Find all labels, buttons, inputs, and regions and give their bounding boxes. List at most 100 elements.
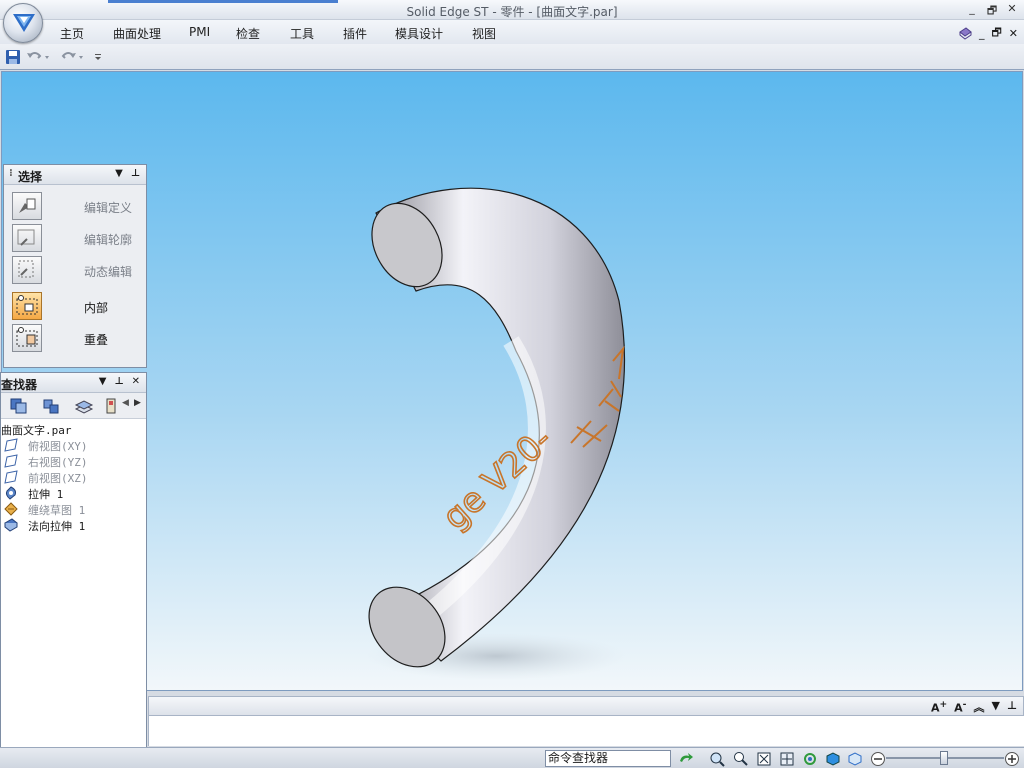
select-item-label: 编辑定义 xyxy=(84,201,133,215)
finder-panel-title: 查找器 xyxy=(1,378,38,392)
fit-view-icon[interactable] xyxy=(756,751,772,767)
finder-panel-header: 查找器 ▼ ⊥ ✕ xyxy=(1,373,146,393)
pin-icon[interactable]: ⊥ xyxy=(131,168,140,179)
tree-item-label: 缠绕草图 1 xyxy=(28,504,86,517)
scroll-left-icon[interactable]: ◀ xyxy=(122,398,129,408)
grip-icon[interactable]: ⁝ xyxy=(9,168,13,179)
tab-view[interactable]: 视图 xyxy=(472,25,496,42)
doc-close-button[interactable]: ✕ xyxy=(1009,27,1018,40)
path-finder-panel: 查找器 ▼ ⊥ ✕ ◀ ▶ 曲面文字.par 俯视图(XY) 右视图(YZ) 前… xyxy=(0,372,147,748)
tab-add-ins[interactable]: 插件 xyxy=(343,25,367,42)
wrap-sketch-icon xyxy=(4,502,18,516)
select-tools-panel: ⁝ 选择 ▼ ⊥ 编辑定义 编辑轮廓 动态编辑 内部 重叠 xyxy=(3,164,147,368)
tab-mold-design[interactable]: 模具设计 xyxy=(395,25,443,42)
graphics-viewport[interactable]: ge V20- xyxy=(1,71,1023,691)
window-controls: _ 🗗 ✕ xyxy=(966,2,1018,21)
panel-menu-icon[interactable]: ▼ xyxy=(115,168,123,179)
select-item-label: 内部 xyxy=(84,301,109,315)
select-panel-title: 选择 xyxy=(18,170,43,184)
dynamic-edit-icon xyxy=(12,256,42,284)
edit-profile-icon xyxy=(12,224,42,252)
select-item-dynamic-edit[interactable]: 动态编辑 xyxy=(4,254,146,286)
select-item-inside[interactable]: 内部 xyxy=(4,290,146,322)
save-icon xyxy=(6,50,20,64)
zoom-in-icon[interactable] xyxy=(1004,751,1020,767)
tree-item-label: 法向拉伸 1 xyxy=(28,520,86,533)
tab-inspect[interactable]: 检查 xyxy=(236,25,260,42)
prompt-bar-header: A+ A- ︽ ▼ ⊥ xyxy=(148,696,1024,716)
shaded-view-icon[interactable] xyxy=(847,751,863,767)
save-button[interactable] xyxy=(5,48,21,66)
document-controls: _ 🗗 ✕ xyxy=(958,24,1018,43)
help-book-icon[interactable] xyxy=(958,26,972,41)
pipe-model[interactable]: ge V20- xyxy=(2,72,1023,691)
zoom-slider-thumb[interactable] xyxy=(940,751,948,765)
layers-icon[interactable] xyxy=(74,397,94,415)
collapse-icon[interactable]: ︽ xyxy=(973,699,984,715)
tab-pmi[interactable]: PMI xyxy=(189,25,210,39)
tree-item-label: 拉伸 1 xyxy=(28,488,64,501)
tree-item-label: 曲面文字.par xyxy=(1,424,72,437)
go-icon[interactable] xyxy=(678,751,694,767)
select-item-edit-profile[interactable]: 编辑轮廓 xyxy=(4,222,146,254)
edit-definition-icon xyxy=(12,192,42,220)
zoom-icon[interactable] xyxy=(733,751,749,767)
select-item-overlap[interactable]: 重叠 xyxy=(4,322,146,354)
window-title: Solid Edge ST - 零件 - [曲面文字.par] xyxy=(406,5,618,19)
status-bar: 命令查找器 xyxy=(0,747,1024,768)
plane-icon xyxy=(4,438,18,452)
zoom-area-icon[interactable] xyxy=(709,751,725,767)
plane-icon xyxy=(4,454,18,468)
tree-item-label: 右视图(YZ) xyxy=(28,456,88,469)
doc-minimize-button[interactable]: _ xyxy=(979,27,985,40)
font-increase-icon[interactable]: A+ xyxy=(931,699,947,715)
zoom-out-icon[interactable] xyxy=(870,751,886,767)
quick-access-toolbar xyxy=(0,44,1024,70)
tree-item-label: 前视图(XZ) xyxy=(28,472,88,485)
undo-icon xyxy=(27,52,49,59)
tab-tools[interactable]: 工具 xyxy=(290,25,314,42)
tab-home[interactable]: 主页 xyxy=(60,25,84,42)
select-item-label: 重叠 xyxy=(84,333,109,347)
plane-icon xyxy=(4,470,18,484)
normal-extrude-icon xyxy=(4,518,18,532)
select-panel-header: ⁝ 选择 ▼ ⊥ xyxy=(4,165,146,185)
redo-icon xyxy=(61,52,83,59)
select-item-label: 编辑轮廓 xyxy=(84,233,133,247)
rotate-icon[interactable] xyxy=(802,751,818,767)
panel-menu-icon[interactable]: ▼ xyxy=(99,376,107,387)
select-item-edit-definition[interactable]: 编辑定义 xyxy=(4,190,146,222)
restore-button[interactable]: 🗗 xyxy=(986,2,998,21)
assembly-view-icon[interactable] xyxy=(41,397,61,415)
filter-icon[interactable] xyxy=(105,397,119,415)
solid-edge-logo-icon xyxy=(13,14,35,32)
tree-item-label: 俯视图(XY) xyxy=(28,440,88,453)
select-item-label: 动态编辑 xyxy=(84,265,133,279)
pin-icon[interactable]: ⊥ xyxy=(1007,699,1017,715)
feature-view-icon[interactable] xyxy=(9,397,29,415)
close-button[interactable]: ✕ xyxy=(1006,2,1018,21)
redo-button[interactable] xyxy=(60,48,84,66)
panel-menu-icon[interactable]: ▼ xyxy=(991,699,999,715)
finder-toolbar: ◀ ▶ xyxy=(1,393,146,419)
undo-button[interactable] xyxy=(26,48,50,66)
customize-qat-button[interactable] xyxy=(93,48,103,66)
prompt-bar-text-area xyxy=(148,716,1024,746)
customize-icon xyxy=(95,54,101,60)
doc-restore-button[interactable]: 🗗 xyxy=(991,24,1001,43)
overlap-select-icon xyxy=(12,324,42,352)
scroll-right-icon[interactable]: ▶ xyxy=(134,398,141,408)
close-icon[interactable]: ✕ xyxy=(132,376,140,387)
command-finder-input[interactable]: 命令查找器 xyxy=(545,750,671,767)
extrude-icon xyxy=(5,486,16,500)
pan-icon[interactable] xyxy=(779,751,795,767)
title-bar: Solid Edge ST - 零件 - [曲面文字.par] _ 🗗 ✕ xyxy=(0,0,1024,20)
view-cube-icon[interactable] xyxy=(825,751,841,767)
application-button[interactable] xyxy=(3,3,43,43)
tab-surfacing[interactable]: 曲面处理 xyxy=(113,25,161,42)
font-decrease-icon[interactable]: A- xyxy=(954,699,966,715)
pin-icon[interactable]: ⊥ xyxy=(114,376,123,387)
minimize-button[interactable]: _ xyxy=(966,2,978,21)
inside-select-icon xyxy=(12,292,42,320)
ribbon-tab-bar: 主页 曲面处理 PMI 检查 工具 插件 模具设计 视图 _ 🗗 ✕ xyxy=(0,20,1024,44)
